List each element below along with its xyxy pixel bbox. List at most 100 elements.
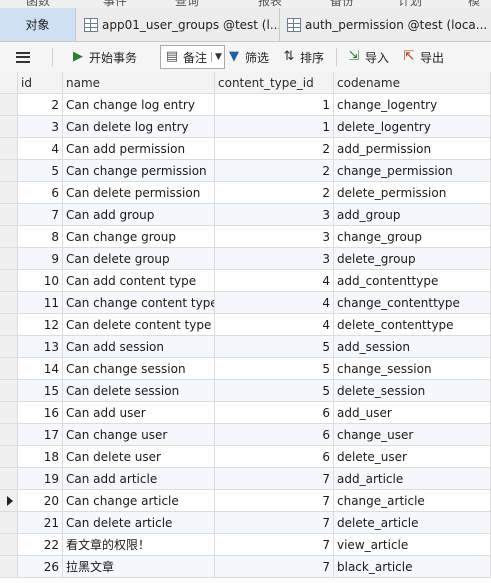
cell-content-type-id[interactable]: 4 [215, 314, 334, 336]
begin-transaction-button[interactable]: ▶ 开始事务 [70, 46, 137, 68]
cell-name[interactable]: 看文章的权限！ [63, 534, 215, 556]
cell-codename[interactable]: change_contenttype [334, 292, 491, 314]
cell-content-type-id[interactable]: 3 [215, 226, 334, 248]
cell-codename[interactable]: change_group [334, 226, 491, 248]
cell-content-type-id[interactable]: 7 [215, 534, 334, 556]
cell-name[interactable]: Can delete content type [63, 314, 215, 336]
table-row[interactable]: 13 Can add session 5 add_session [0, 336, 491, 358]
table-row[interactable]: 11 Can change content type 4 change_content… [0, 292, 491, 314]
cell-codename[interactable]: change_user [334, 424, 491, 446]
cell-codename[interactable]: delete_article [334, 512, 491, 534]
cell-codename[interactable]: delete_group [334, 248, 491, 270]
tab-app01-user-groups[interactable]: app01_user_groups @test (l... [80, 8, 280, 41]
cell-id[interactable]: 12 [18, 314, 63, 336]
cell-content-type-id[interactable]: 7 [215, 468, 334, 490]
cell-codename[interactable]: change_article [334, 490, 491, 512]
cell-codename[interactable]: add_user [334, 402, 491, 424]
cell-name[interactable]: Can change user [63, 424, 215, 446]
cell-content-type-id[interactable]: 5 [215, 336, 334, 358]
table-row[interactable]: 5 Can change permission 2 change_permission [0, 160, 491, 182]
table-row[interactable]: 21 Can delete article 7 delete_article [0, 512, 491, 534]
row-selector[interactable] [0, 358, 18, 380]
cell-id[interactable]: 4 [18, 138, 63, 160]
cell-content-type-id[interactable]: 6 [215, 424, 334, 446]
row-selector[interactable] [0, 248, 18, 270]
cell-id[interactable]: 5 [18, 160, 63, 182]
cell-id[interactable]: 3 [18, 116, 63, 138]
cell-content-type-id[interactable]: 3 [215, 204, 334, 226]
cell-content-type-id[interactable]: 4 [215, 270, 334, 292]
cell-id[interactable]: 10 [18, 270, 63, 292]
current-row-arrow-icon[interactable] [0, 490, 18, 512]
menu-events[interactable]: 事件 [103, 0, 127, 8]
cell-id[interactable]: 11 [18, 292, 63, 314]
row-selector[interactable] [0, 424, 18, 446]
cell-id[interactable]: 13 [18, 336, 63, 358]
cell-content-type-id[interactable]: 6 [215, 402, 334, 424]
cell-codename[interactable]: change_session [334, 358, 491, 380]
table-row[interactable]: 16 Can add user 6 add_user [0, 402, 491, 424]
table-row[interactable]: 2 Can change log entry 1 change_logentry [0, 94, 491, 116]
table-row[interactable]: 19 Can add article 7 add_article [0, 468, 491, 490]
cell-name[interactable]: Can add session [63, 336, 215, 358]
import-button[interactable]: ⇲ 导入 [346, 46, 389, 68]
table-row[interactable]: 8 Can change group 3 change_group [0, 226, 491, 248]
row-selector[interactable] [0, 292, 18, 314]
cell-codename[interactable]: black_article [334, 556, 491, 578]
row-selector[interactable] [0, 94, 18, 116]
cell-codename[interactable]: delete_user [334, 446, 491, 468]
cell-name[interactable]: Can delete session [63, 380, 215, 402]
menu-query[interactable]: 查询 [175, 0, 199, 8]
cell-name[interactable]: Can change session [63, 358, 215, 380]
memo-button[interactable]: ▤ 备注 ▼ [160, 45, 225, 69]
cell-name[interactable]: 拉黑文章 [63, 556, 215, 578]
table-row[interactable]: 15 Can delete session 5 delete_session [0, 380, 491, 402]
row-selector[interactable] [0, 270, 18, 292]
cell-codename[interactable]: delete_logentry [334, 116, 491, 138]
tab-objects[interactable]: 对象 [0, 8, 76, 41]
table-row[interactable]: 4 Can add permission 2 add_permission [0, 138, 491, 160]
row-selector[interactable] [0, 512, 18, 534]
cell-id[interactable]: 2 [18, 94, 63, 116]
cell-name[interactable]: Can change log entry [63, 94, 215, 116]
cell-content-type-id[interactable]: 2 [215, 138, 334, 160]
row-selector[interactable] [0, 468, 18, 490]
filter-button[interactable]: ▼ 筛选 [226, 46, 269, 68]
row-selector[interactable] [0, 138, 18, 160]
cell-codename[interactable]: delete_permission [334, 182, 491, 204]
cell-content-type-id[interactable]: 7 [215, 512, 334, 534]
table-row[interactable]: 12 Can delete content type 4 delete_content… [0, 314, 491, 336]
cell-codename[interactable]: add_contenttype [334, 270, 491, 292]
cell-id[interactable]: 7 [18, 204, 63, 226]
cell-id[interactable]: 9 [18, 248, 63, 270]
row-selector[interactable] [0, 204, 18, 226]
cell-id[interactable]: 19 [18, 468, 63, 490]
row-selector[interactable] [0, 182, 18, 204]
cell-content-type-id[interactable]: 1 [215, 94, 334, 116]
cell-codename[interactable]: view_article [334, 534, 491, 556]
cell-name[interactable]: Can delete article [63, 512, 215, 534]
cell-name[interactable]: Can add user [63, 402, 215, 424]
cell-name[interactable]: Can add article [63, 468, 215, 490]
cell-id[interactable]: 8 [18, 226, 63, 248]
cell-content-type-id[interactable]: 2 [215, 182, 334, 204]
row-selector[interactable] [0, 336, 18, 358]
menu-schedule[interactable]: 计划 [398, 0, 422, 8]
cell-id[interactable]: 26 [18, 556, 63, 578]
table-row[interactable]: 20 Can change article 7 change_article [0, 490, 491, 512]
table-row[interactable]: 14 Can change session 5 change_session [0, 358, 491, 380]
menu-functions[interactable]: 函数 [26, 0, 50, 8]
cell-name[interactable]: Can delete group [63, 248, 215, 270]
cell-name[interactable]: Can change article [63, 490, 215, 512]
cell-id[interactable]: 15 [18, 380, 63, 402]
cell-id[interactable]: 6 [18, 182, 63, 204]
cell-content-type-id[interactable]: 5 [215, 358, 334, 380]
cell-name[interactable]: Can change permission [63, 160, 215, 182]
cell-name[interactable]: Can add permission [63, 138, 215, 160]
chevron-down-icon[interactable]: ▼ [211, 52, 222, 62]
tab-auth-permission[interactable]: auth_permission @test (loca... [283, 8, 491, 41]
cell-content-type-id[interactable]: 2 [215, 160, 334, 182]
cell-codename[interactable]: add_group [334, 204, 491, 226]
cell-id[interactable]: 22 [18, 534, 63, 556]
table-row[interactable]: 10 Can add content type 4 add_contenttype [0, 270, 491, 292]
